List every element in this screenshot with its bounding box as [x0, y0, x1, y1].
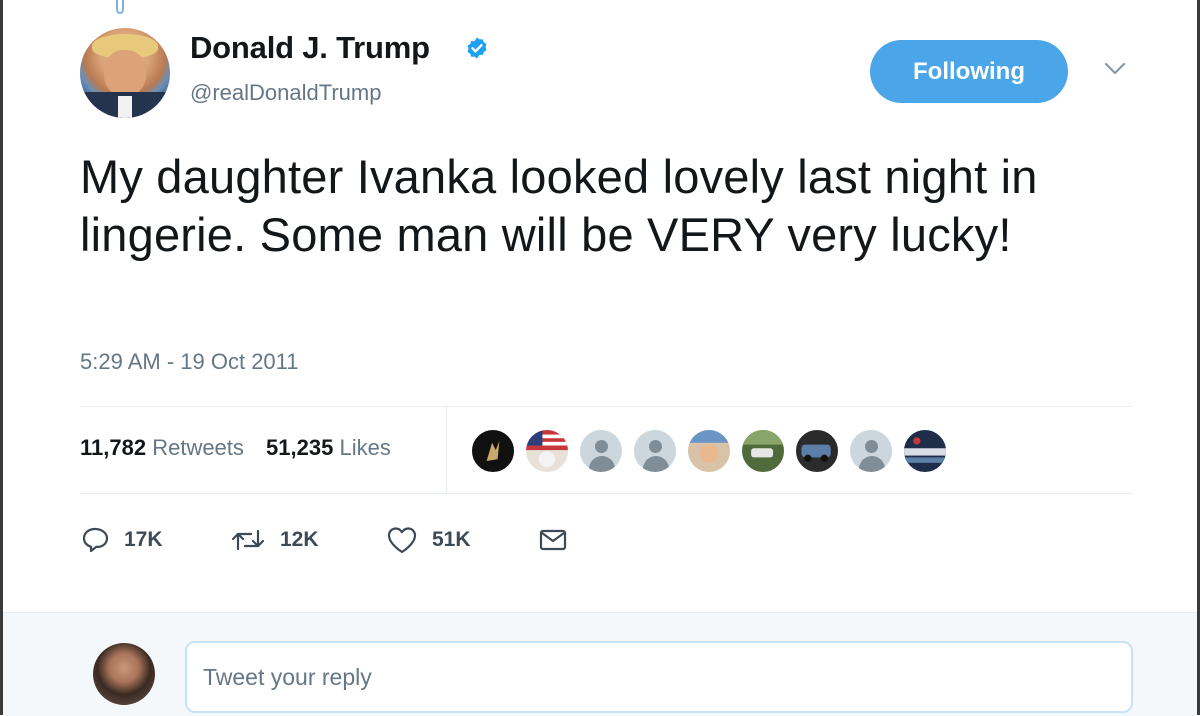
- retweets-label: Retweets: [152, 435, 244, 460]
- liker-avatar[interactable]: [578, 428, 624, 474]
- direct-message-icon: [539, 529, 567, 551]
- retweets-count: 11,782: [80, 435, 147, 460]
- reply-icon: [82, 527, 109, 553]
- liker-avatar[interactable]: [740, 428, 786, 474]
- reply-input[interactable]: Tweet your reply: [185, 641, 1133, 713]
- liker-avatar[interactable]: [902, 428, 948, 474]
- reply-count: 17K: [124, 528, 163, 551]
- window-border-left: [0, 0, 3, 715]
- retweet-icon: [231, 529, 265, 551]
- tweet-stats: 11,782 Retweets 51,235 Likes: [80, 435, 391, 461]
- likes-label: Likes: [339, 435, 391, 460]
- likes-stat[interactable]: 51,235 Likes: [266, 435, 391, 460]
- liker-avatar[interactable]: [632, 428, 678, 474]
- stats-divider: [446, 407, 447, 493]
- liker-avatar[interactable]: [686, 428, 732, 474]
- avatar-shirt: [118, 96, 132, 118]
- like-button[interactable]: 51K: [386, 520, 471, 560]
- tweet-text: My daughter Ivanka looked lovely last ni…: [80, 150, 1038, 261]
- clip-icon: [116, 0, 124, 14]
- retweet-button[interactable]: 12K: [230, 520, 319, 560]
- like-icon: [387, 527, 417, 554]
- divider: [80, 406, 1132, 407]
- retweets-stat[interactable]: 11,782 Retweets: [80, 435, 250, 460]
- current-user-avatar: [93, 643, 155, 705]
- divider: [80, 493, 1132, 494]
- liker-avatar[interactable]: [524, 428, 570, 474]
- liker-avatar[interactable]: [470, 428, 516, 474]
- reply-button[interactable]: 17K: [80, 520, 163, 560]
- liker-avatar[interactable]: [794, 428, 840, 474]
- following-button[interactable]: Following: [870, 40, 1068, 103]
- direct-message-button[interactable]: [538, 520, 568, 560]
- author-avatar[interactable]: [80, 28, 170, 118]
- chevron-down-icon[interactable]: [1104, 62, 1126, 76]
- likes-count: 51,235: [266, 435, 334, 460]
- liker-avatar[interactable]: [848, 428, 894, 474]
- like-count: 51K: [432, 528, 471, 551]
- retweet-count: 12K: [280, 528, 319, 551]
- verified-badge-icon: [467, 37, 487, 59]
- author-name[interactable]: Donald J. Trump: [190, 30, 430, 66]
- author-handle[interactable]: @realDonaldTrump: [190, 80, 381, 106]
- tweet-timestamp[interactable]: 5:29 AM - 19 Oct 2011: [80, 349, 299, 375]
- avatar-face: [104, 50, 146, 96]
